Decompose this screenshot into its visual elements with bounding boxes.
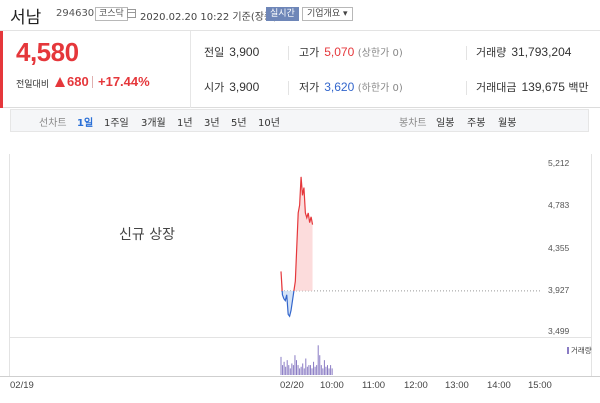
x-tick: 10:00 [320,380,344,391]
company-overview-dropdown[interactable]: 기업개요 ▾ [302,7,353,21]
current-price-box: 4,580 전일대비 680 +17.44% [0,31,191,108]
trade-amount: 거래대금 139,675 백만 [476,80,589,94]
price-area-up-2 [293,176,313,291]
y-tick: 3,499 [548,326,570,336]
divider [466,46,467,60]
tab-5years[interactable]: 5년 [231,114,247,129]
tab-3months[interactable]: 3개월 [141,114,166,129]
price-line-down-1 [281,290,295,318]
tab-3years[interactable]: 3년 [204,114,220,129]
tab-10years[interactable]: 10년 [258,114,280,129]
tab-1year[interactable]: 1년 [177,114,193,129]
price-line-up-0 [280,271,283,291]
x-tick: 02/19 [10,380,34,391]
tab-daily-candle[interactable]: 일봉 [436,114,454,129]
x-tick: 15:00 [528,380,552,391]
change-percent: +17.44% [98,74,150,89]
market-badge: 코스닥 [95,7,128,21]
y-tick: 4,355 [548,243,570,253]
tab-1week[interactable]: 1주일 [104,114,129,129]
x-tick: 12:00 [404,380,428,391]
x-tick: 02/20 [280,380,304,391]
tab-1day[interactable]: 1일 [77,114,93,129]
price-area-up-0 [281,271,283,291]
calendar-icon [127,9,136,18]
prev-close: 전일 3,900 [204,45,260,59]
divider [288,46,289,60]
y-tick: 3,927 [548,285,570,295]
change-label: 전일대비 [16,80,50,90]
volume-swatch-icon [567,347,569,354]
volume: 거래량 31,793,204 [476,45,572,59]
stock-name: 서남 [10,8,42,28]
tab-weekly-candle[interactable]: 주봉 [467,114,485,129]
y-tick: 5,212 [548,158,570,168]
volume-legend: 거래량 [567,345,592,356]
up-arrow-icon [55,77,65,87]
current-price: 4,580 [16,37,79,67]
change-value: 680 [67,74,89,89]
x-tick: 14:00 [487,380,511,391]
price-summary: 4,580 전일대비 680 +17.44% 전일 3,900 고가 5,070 (… [0,30,600,108]
open-price: 시가 3,900 [204,80,260,94]
low-price: 저가 3,620 (하한가 0) [299,80,403,94]
chart-marks [280,176,540,375]
high-price: 고가 5,070 (상한가 0) [299,45,403,59]
period-selector: 선차트 1일 1주일 3개월 1년 3년 5년 10년 봉차트 일봉 주봉 월봉 [10,109,589,132]
line-chart-label: 선차트 [39,118,67,129]
price-line-up-2 [293,176,314,291]
divider [288,81,289,95]
x-tick: 13:00 [445,380,469,391]
tab-monthly-candle[interactable]: 월봉 [498,114,516,129]
stock-code: 294630 [56,8,95,19]
change-divider [92,76,93,88]
timestamp: 2020.02.20 10:22 기준(장중) [140,12,278,23]
divider [466,81,467,95]
new-listing-annotation: 신규 상장 [119,227,175,243]
x-tick: 11:00 [362,380,386,391]
y-tick: 4,783 [548,200,570,210]
realtime-button[interactable]: 실시간 [266,7,299,21]
stock-header: 서남 294630 코스닥 2020.02.20 10:22 기준(장중) 실시… [0,0,600,30]
price-area-down-1 [282,290,294,317]
candle-chart-label: 봉차트 [399,118,427,129]
